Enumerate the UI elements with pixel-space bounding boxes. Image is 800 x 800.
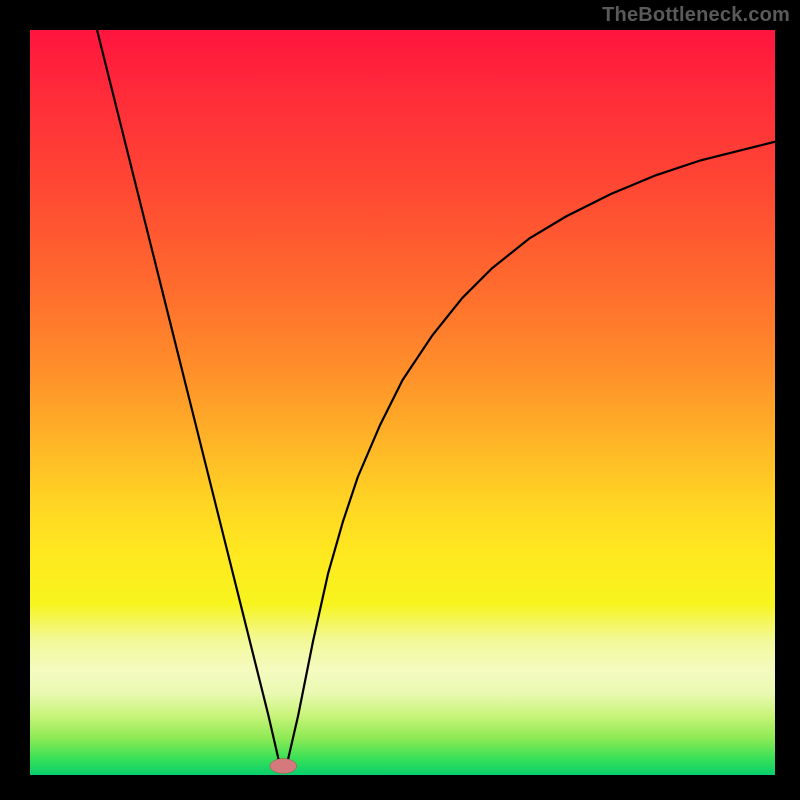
watermark-text: TheBottleneck.com [602, 4, 790, 27]
chart-svg [30, 30, 775, 775]
chart-frame: TheBottleneck.com [0, 0, 800, 800]
chart-plot-area [30, 30, 775, 775]
curve-right-branch [287, 142, 775, 764]
curve-left-branch [97, 30, 280, 764]
minimum-marker [270, 759, 297, 774]
